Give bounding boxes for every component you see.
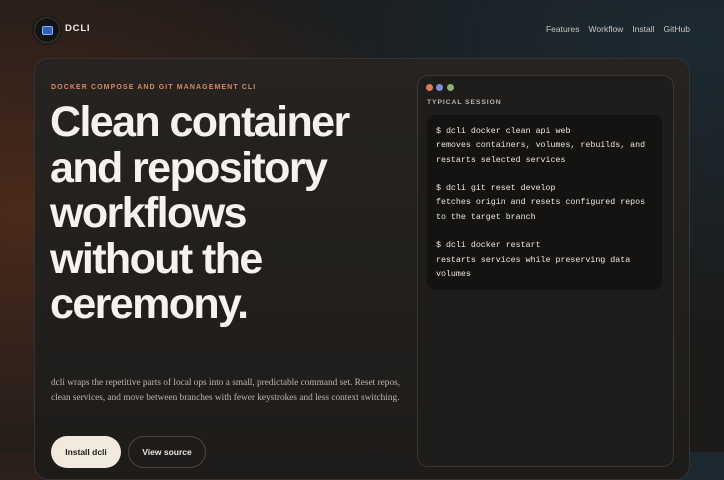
terminal-line: $ dcli git reset develop (436, 184, 556, 194)
window-maximize-dot-icon (447, 84, 454, 91)
window-close-dot-icon (426, 84, 433, 91)
terminal-line: fetches origin and resets configured rep… (436, 198, 646, 208)
terminal-line: restarts services while preserving data (436, 255, 631, 265)
terminal-line: to the target branch (436, 212, 536, 222)
view-source-button[interactable]: View source (128, 436, 206, 468)
hero-eyebrow: DOCKER COMPOSE AND GIT MANAGEMENT CLI (51, 84, 257, 91)
logo-icon[interactable] (34, 17, 60, 43)
terminal-line: volumes (436, 269, 471, 279)
nav-link-install[interactable]: Install (632, 24, 654, 34)
hero-description: dcli wraps the repetitive parts of local… (51, 378, 401, 403)
container-icon (41, 25, 53, 35)
terminal-code-block: $ dcli docker clean api web removes cont… (427, 115, 662, 290)
terminal-line: removes containers, volumes, rebuilds, a… (436, 141, 646, 151)
nav-link-features[interactable]: Features (546, 24, 580, 34)
terminal-line: $ dcli docker clean api web (436, 127, 571, 136)
brand-name[interactable]: DCLI (65, 23, 90, 34)
terminal-label: TYPICAL SESSION (427, 99, 502, 106)
top-nav: Features Workflow Install GitHub (546, 24, 690, 34)
nav-link-github[interactable]: GitHub (664, 24, 690, 34)
terminal-line: restarts selected services (436, 155, 566, 165)
hero-headline: Clean container and repository workflows… (50, 98, 350, 328)
window-minimize-dot-icon (436, 84, 443, 91)
nav-link-workflow[interactable]: Workflow (589, 24, 624, 34)
install-button[interactable]: Install dcli (51, 436, 121, 468)
terminal-line: $ dcli docker restart (436, 241, 541, 251)
